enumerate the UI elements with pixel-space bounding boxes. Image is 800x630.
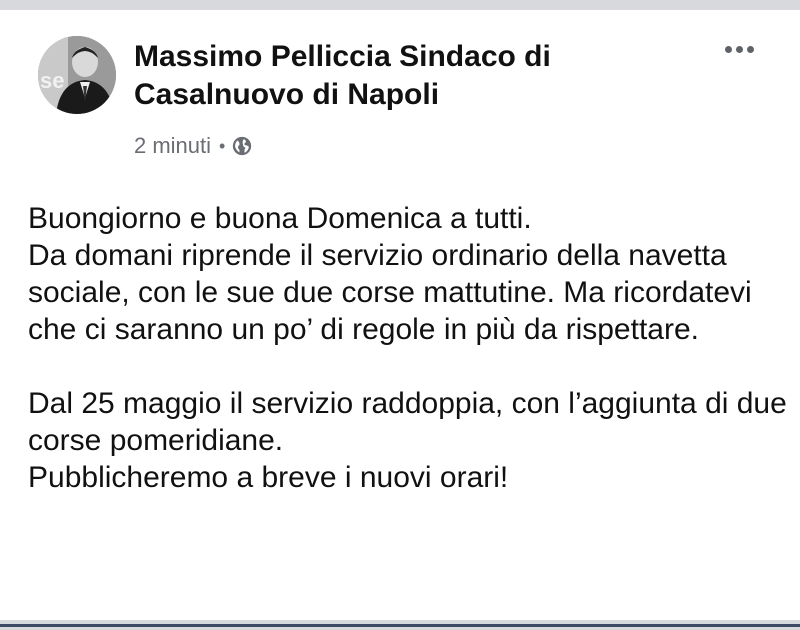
author-avatar[interactable]: se (38, 36, 116, 114)
svg-text:se: se (40, 68, 64, 93)
post-paragraph: Buongiorno e buona Domenica a tutti. Da … (28, 202, 752, 346)
more-horizontal-icon (724, 45, 732, 53)
top-divider (0, 0, 800, 10)
bottom-accent-line (0, 624, 800, 627)
post-timestamp[interactable]: 2 minuti (134, 133, 211, 159)
more-dot (746, 45, 754, 53)
meta-separator: • (219, 135, 226, 156)
globe-icon[interactable] (231, 135, 253, 157)
post-text: Buongiorno e buona Domenica a tutti. Da … (28, 200, 788, 496)
author-name[interactable]: Massimo Pelliccia Sindaco di Casalnuovo … (134, 38, 694, 114)
more-options-button[interactable] (715, 34, 763, 64)
avatar-photo: se (38, 36, 116, 114)
post-meta: 2 minuti • (134, 131, 253, 161)
post-paragraph: Dal 25 maggio il servizio raddoppia, con… (28, 387, 787, 494)
more-dot (735, 45, 743, 53)
